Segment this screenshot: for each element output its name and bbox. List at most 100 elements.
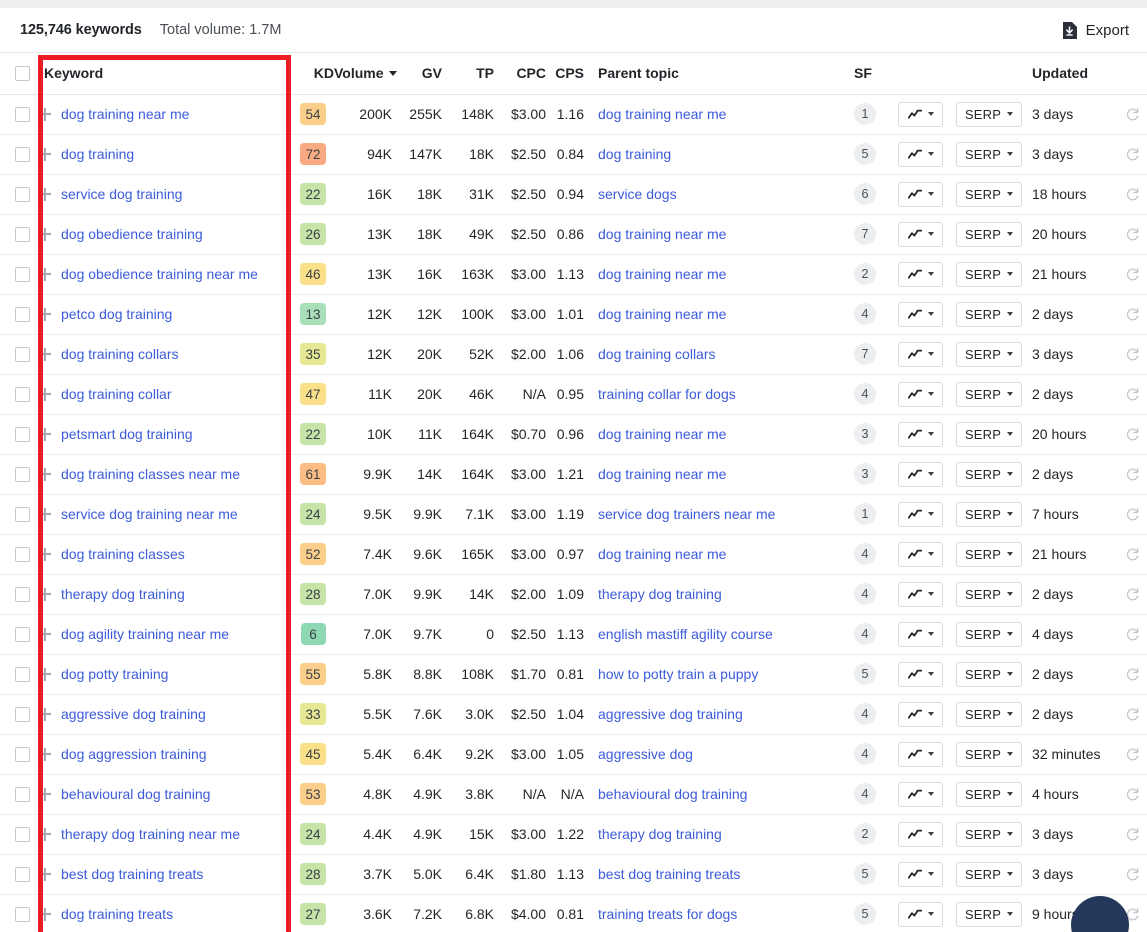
parent-topic-link[interactable]: therapy dog training xyxy=(598,586,722,602)
parent-topic-link[interactable]: best dog training treats xyxy=(598,866,740,882)
trend-chart-button[interactable] xyxy=(898,101,943,127)
row-checkbox[interactable] xyxy=(15,146,30,162)
add-keyword-icon[interactable] xyxy=(38,107,51,121)
trend-chart-button[interactable] xyxy=(898,901,943,927)
serp-button[interactable]: SERP xyxy=(956,541,1022,567)
column-header-sf[interactable]: SF xyxy=(846,53,896,95)
add-keyword-icon[interactable] xyxy=(38,707,51,721)
refresh-icon[interactable] xyxy=(1125,267,1140,282)
trend-chart-button[interactable] xyxy=(898,141,943,167)
serp-button[interactable]: SERP xyxy=(956,581,1022,607)
trend-chart-button[interactable] xyxy=(898,781,943,807)
trend-chart-button[interactable] xyxy=(898,621,943,647)
serp-button[interactable]: SERP xyxy=(956,461,1022,487)
table-row[interactable]: dog training 72 94K 147K 18K $2.50 0.84 dog tra… xyxy=(0,134,1147,175)
add-keyword-icon[interactable] xyxy=(38,347,51,361)
refresh-icon[interactable] xyxy=(1125,707,1140,722)
serp-button[interactable]: SERP xyxy=(956,701,1022,727)
parent-topic-link[interactable]: dog training near me xyxy=(598,226,726,242)
row-checkbox[interactable] xyxy=(15,906,30,922)
refresh-icon[interactable] xyxy=(1125,187,1140,202)
table-row[interactable]: dog training near me 54 200K 255K 148K $3.00 1… xyxy=(0,94,1147,135)
add-keyword-icon[interactable] xyxy=(38,227,51,241)
row-checkbox[interactable] xyxy=(15,786,30,802)
keyword-link[interactable]: therapy dog training xyxy=(61,586,185,602)
parent-topic-link[interactable]: dog training collars xyxy=(598,346,716,362)
keyword-link[interactable]: dog obedience training near me xyxy=(61,266,258,282)
row-checkbox[interactable] xyxy=(15,826,30,842)
row-checkbox[interactable] xyxy=(15,346,30,362)
row-checkbox[interactable] xyxy=(15,226,30,242)
refresh-icon[interactable] xyxy=(1125,467,1140,482)
row-checkbox[interactable] xyxy=(15,266,30,282)
add-keyword-icon[interactable] xyxy=(38,307,51,321)
keyword-link[interactable]: dog training treats xyxy=(61,906,173,922)
add-keyword-icon[interactable] xyxy=(38,387,51,401)
serp-button[interactable]: SERP xyxy=(956,901,1022,927)
trend-chart-button[interactable] xyxy=(898,421,943,447)
row-checkbox[interactable] xyxy=(15,426,30,442)
table-row[interactable]: dog obedience training 26 13K 18K 49K $2.50 0.… xyxy=(0,214,1147,255)
parent-topic-link[interactable]: english mastiff agility course xyxy=(598,626,773,642)
trend-chart-button[interactable] xyxy=(898,581,943,607)
row-checkbox[interactable] xyxy=(15,386,30,402)
table-row[interactable]: service dog training near me 24 9.5K 9.9K 7.… xyxy=(0,494,1147,535)
parent-topic-link[interactable]: service dog trainers near me xyxy=(598,506,775,522)
row-checkbox[interactable] xyxy=(15,746,30,762)
trend-chart-button[interactable] xyxy=(898,261,943,287)
column-header-updated[interactable]: Updated xyxy=(1026,53,1118,95)
column-header-gv[interactable]: GV xyxy=(392,53,442,95)
keyword-link[interactable]: dog potty training xyxy=(61,666,168,682)
parent-topic-link[interactable]: training collar for dogs xyxy=(598,386,736,402)
serp-button[interactable]: SERP xyxy=(956,221,1022,247)
add-keyword-icon[interactable] xyxy=(38,267,51,281)
table-row[interactable]: therapy dog training near me 24 4.4K 4.9K 15… xyxy=(0,814,1147,855)
keyword-link[interactable]: dog obedience training xyxy=(61,226,203,242)
serp-button[interactable]: SERP xyxy=(956,381,1022,407)
add-keyword-icon[interactable] xyxy=(38,627,51,641)
row-checkbox[interactable] xyxy=(15,866,30,882)
table-row[interactable]: dog potty training 55 5.8K 8.8K 108K $1.70 0.8… xyxy=(0,654,1147,695)
column-header-volume[interactable]: Volume xyxy=(334,53,397,95)
refresh-icon[interactable] xyxy=(1125,867,1140,882)
row-checkbox[interactable] xyxy=(15,546,30,562)
serp-button[interactable]: SERP xyxy=(956,141,1022,167)
keyword-link[interactable]: dog training classes near me xyxy=(61,466,240,482)
table-row[interactable]: dog training classes 52 7.4K 9.6K 165K $3.00 0… xyxy=(0,534,1147,575)
row-checkbox[interactable] xyxy=(15,506,30,522)
refresh-icon[interactable] xyxy=(1125,547,1140,562)
parent-topic-link[interactable]: aggressive dog training xyxy=(598,706,743,722)
trend-chart-button[interactable] xyxy=(898,661,943,687)
serp-button[interactable]: SERP xyxy=(956,781,1022,807)
refresh-icon[interactable] xyxy=(1125,827,1140,842)
table-row[interactable]: therapy dog training 28 7.0K 9.9K 14K $2.00 1.… xyxy=(0,574,1147,615)
add-keyword-icon[interactable] xyxy=(38,747,51,761)
add-keyword-icon[interactable] xyxy=(38,147,51,161)
column-header-tp[interactable]: TP xyxy=(442,53,494,95)
row-checkbox[interactable] xyxy=(15,106,30,122)
parent-topic-link[interactable]: behavioural dog training xyxy=(598,786,747,802)
serp-button[interactable]: SERP xyxy=(956,621,1022,647)
refresh-icon[interactable] xyxy=(1125,147,1140,162)
keyword-link[interactable]: dog training collars xyxy=(61,346,179,362)
serp-button[interactable]: SERP xyxy=(956,341,1022,367)
table-row[interactable]: dog obedience training near me 46 13K 16K 16… xyxy=(0,254,1147,295)
keyword-link[interactable]: behavioural dog training xyxy=(61,786,210,802)
keyword-link[interactable]: best dog training treats xyxy=(61,866,203,882)
export-button[interactable]: Export xyxy=(1062,21,1129,39)
keyword-link[interactable]: therapy dog training near me xyxy=(61,826,240,842)
table-row[interactable]: dog training classes near me 61 9.9K 14K 164… xyxy=(0,454,1147,495)
table-row[interactable]: petsmart dog training 22 10K 11K 164K $0.70 0.… xyxy=(0,414,1147,455)
serp-button[interactable]: SERP xyxy=(956,421,1022,447)
parent-topic-link[interactable]: training treats for dogs xyxy=(598,906,737,922)
keyword-link[interactable]: dog training near me xyxy=(61,106,189,122)
keyword-link[interactable]: dog agility training near me xyxy=(61,626,229,642)
row-checkbox[interactable] xyxy=(15,586,30,602)
refresh-icon[interactable] xyxy=(1125,587,1140,602)
keyword-link[interactable]: petsmart dog training xyxy=(61,426,193,442)
column-header-cpc[interactable]: CPC xyxy=(494,53,546,95)
serp-button[interactable]: SERP xyxy=(956,101,1022,127)
serp-button[interactable]: SERP xyxy=(956,181,1022,207)
keyword-link[interactable]: petco dog training xyxy=(61,306,172,322)
add-keyword-icon[interactable] xyxy=(38,587,51,601)
